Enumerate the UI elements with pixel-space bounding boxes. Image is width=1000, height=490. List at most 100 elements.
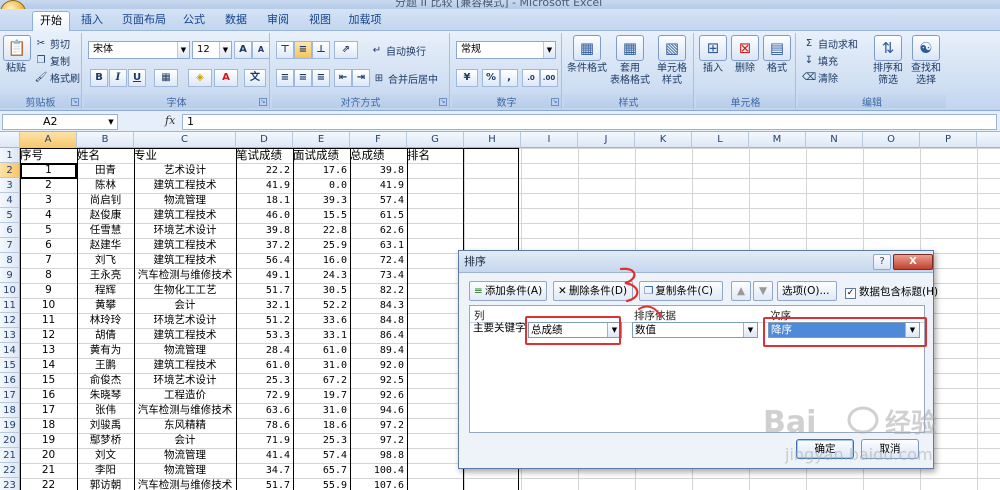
table-cell[interactable]: 72.9 [236,388,293,403]
underline-button[interactable]: U [128,69,146,87]
row-header[interactable]: 20 [0,433,20,448]
bold-button[interactable]: B [90,69,108,87]
table-cell[interactable]: 32.1 [236,298,293,313]
table-cell[interactable]: 86.4 [350,328,407,343]
table-cell[interactable]: 东风精精 [134,418,236,433]
table-cell[interactable]: 刘飞 [77,253,134,268]
table-cell[interactable]: 41.4 [236,448,293,463]
table-cell[interactable]: 汽车检测与维修技术 [134,403,236,418]
table-cell[interactable]: 92.0 [350,358,407,373]
chevron-down-icon[interactable]: ▼ [105,115,117,129]
row-header[interactable]: 7 [0,238,20,253]
select-all-corner[interactable] [0,132,20,148]
sort-on-select[interactable]: 数值 ▼ [632,322,758,338]
row-header[interactable]: 22 [0,463,20,478]
table-cell[interactable]: 92.5 [350,373,407,388]
table-cell[interactable]: 李阳 [77,463,134,478]
copy-button[interactable]: ❐ 复制 [34,53,70,69]
table-cell[interactable]: 田青 [77,163,134,178]
column-header[interactable]: F [350,132,407,148]
table-cell[interactable]: 33.6 [293,313,350,328]
table-cell[interactable]: 22.8 [293,223,350,238]
table-cell[interactable]: 41.9 [350,178,407,193]
table-cell[interactable]: 会计 [134,298,236,313]
tab-formulas[interactable]: 公式 [180,11,208,31]
table-cell[interactable]: 71.9 [236,433,293,448]
table-cell[interactable]: 俞俊杰 [77,373,134,388]
table-cell[interactable]: 16.0 [293,253,350,268]
dialog-launcher-icon[interactable]: ↘ [439,98,447,106]
row-header[interactable]: 9 [0,268,20,283]
align-top-button[interactable]: ⊤ [276,41,294,59]
table-cell[interactable]: 61.0 [236,358,293,373]
format-cells-button[interactable]: ▤ 格式 [762,35,792,75]
borders-button[interactable]: ▦ [154,69,178,87]
table-cell[interactable]: 73.4 [350,268,407,283]
align-middle-button[interactable]: ≡ [294,41,312,59]
close-button[interactable]: X [893,254,933,270]
table-cell[interactable]: 18.1 [236,193,293,208]
dialog-launcher-icon[interactable]: ↘ [551,98,559,106]
table-cell[interactable]: 49.1 [236,268,293,283]
table-cell[interactable]: 10 [20,298,77,313]
copy-level-button[interactable]: ❐ 复制条件(C) [639,281,723,301]
table-cell[interactable]: 13 [20,343,77,358]
table-cell[interactable]: 17 [20,403,77,418]
tab-page-layout[interactable]: 页面布局 [120,11,168,31]
column-header[interactable]: M [749,132,806,148]
table-cell[interactable]: 4 [20,208,77,223]
table-cell[interactable]: 5 [20,223,77,238]
table-cell[interactable]: 黄有为 [77,343,134,358]
table-cell[interactable]: 14 [20,358,77,373]
table-cell[interactable]: 赵俊康 [77,208,134,223]
header-cell[interactable]: 姓名 [77,148,134,163]
table-cell[interactable]: 41.9 [236,178,293,193]
column-header[interactable]: L [692,132,749,148]
table-cell[interactable]: 53.3 [236,328,293,343]
table-cell[interactable]: 建筑工程技术 [134,238,236,253]
table-cell[interactable]: 33.1 [293,328,350,343]
order-select[interactable]: 降序 ▼ [768,322,920,338]
formula-input[interactable]: 1 [182,114,997,130]
table-cell[interactable]: 16 [20,388,77,403]
table-cell[interactable]: 63.1 [350,238,407,253]
tab-home[interactable]: 开始 [32,11,70,31]
table-cell[interactable]: 朱晓琴 [77,388,134,403]
align-right-button[interactable]: ≡ [312,69,330,87]
row-header[interactable]: 1 [0,148,20,163]
tab-data[interactable]: 数据 [222,11,250,31]
table-cell[interactable]: 19 [20,433,77,448]
table-cell[interactable]: 25.3 [293,433,350,448]
table-cell[interactable]: 30.5 [293,283,350,298]
table-cell[interactable]: 8 [20,268,77,283]
wrap-text-button[interactable]: ↵ 自动换行 [370,43,426,59]
row-header[interactable]: 23 [0,478,20,490]
table-cell[interactable]: 物流管理 [134,463,236,478]
column-header[interactable]: H [464,132,521,148]
delete-cells-button[interactable]: ⊠ 删除 [730,35,760,75]
table-cell[interactable]: 89.4 [350,343,407,358]
table-cell[interactable]: 39.3 [293,193,350,208]
increase-indent-button[interactable]: ⇥ [352,69,370,87]
column-header[interactable]: I [521,132,578,148]
table-cell[interactable]: 建筑工程技术 [134,253,236,268]
column-header[interactable]: D [236,132,293,148]
table-cell[interactable]: 82.2 [350,283,407,298]
row-header[interactable]: 2 [0,163,20,178]
table-cell[interactable]: 97.2 [350,418,407,433]
table-cell[interactable]: 环境艺术设计 [134,313,236,328]
table-cell[interactable]: 9 [20,283,77,298]
table-cell[interactable]: 61.5 [350,208,407,223]
table-cell[interactable]: 胡倩 [77,328,134,343]
table-cell[interactable]: 生物化工工艺 [134,283,236,298]
table-cell[interactable]: 鄢梦桥 [77,433,134,448]
insert-cells-button[interactable]: ⊞ 插入 [698,35,728,75]
table-cell[interactable]: 11 [20,313,77,328]
table-cell[interactable]: 环境艺术设计 [134,223,236,238]
column-header[interactable]: G [407,132,464,148]
table-cell[interactable]: 建筑工程技术 [134,178,236,193]
find-select-button[interactable]: ☯ 查找和 选择 [908,35,944,87]
table-cell[interactable]: 19.7 [293,388,350,403]
clear-button[interactable]: ⌫ 清除 [802,70,838,86]
table-cell[interactable]: 31.0 [293,403,350,418]
